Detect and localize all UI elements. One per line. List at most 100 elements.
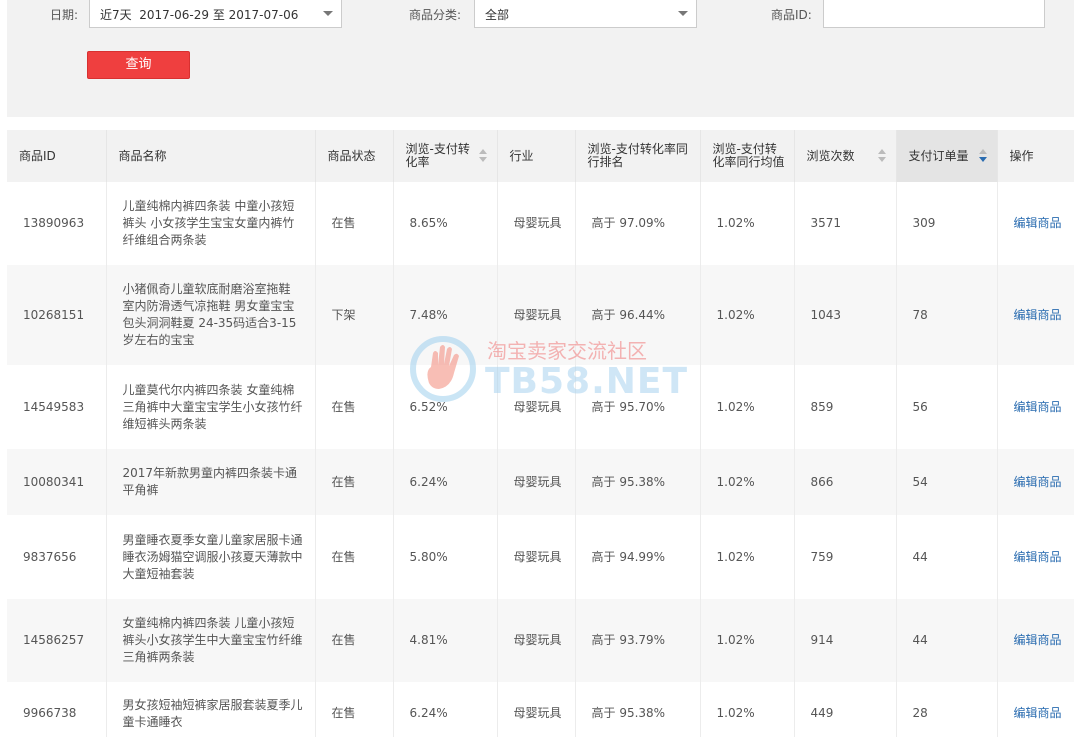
header-views[interactable]: 浏览次数 bbox=[793, 130, 896, 182]
cell-orders: 56 bbox=[895, 365, 997, 449]
header-status: 商品状态 bbox=[314, 130, 393, 182]
items-table: 商品ID 商品名称 商品状态 浏览-支付转化率 行业 浏览-支付转化率同行排名 … bbox=[7, 130, 1074, 737]
edit-item-link[interactable]: 编辑商品 bbox=[996, 265, 1074, 365]
cell-status: 在售 bbox=[314, 449, 393, 515]
cell-avg: 1.02% bbox=[699, 515, 794, 599]
cell-name: 儿童莫代尔内裤四条装 女童纯棉三角裤中大童宝宝学生小女孩竹纤维短裤头两条装 bbox=[105, 365, 315, 449]
cell-views: 759 bbox=[793, 515, 896, 599]
cell-views: 3571 bbox=[793, 182, 896, 265]
cell-status: 在售 bbox=[314, 182, 393, 265]
edit-item-link[interactable]: 编辑商品 bbox=[996, 449, 1074, 515]
cell-industry: 母婴玩具 bbox=[496, 365, 575, 449]
cell-status: 在售 bbox=[314, 365, 393, 449]
table-row: 10080341 2017年新款男童内裤四条装卡通平角裤 在售 6.24% 母婴玩具 高于… bbox=[7, 449, 1074, 515]
edit-item-link[interactable]: 编辑商品 bbox=[996, 515, 1074, 599]
edit-item-link[interactable]: 编辑商品 bbox=[996, 365, 1074, 449]
header-item-name: 商品名称 bbox=[105, 130, 315, 182]
cell-status: 下架 bbox=[314, 265, 393, 365]
cell-name: 男童睡衣夏季女童儿童家居服卡通睡衣汤姆猫空调服小孩夏天薄款中大童短袖套装 bbox=[105, 515, 315, 599]
chevron-down-icon bbox=[678, 11, 688, 16]
edit-item-link[interactable]: 编辑商品 bbox=[996, 599, 1074, 682]
cell-id: 9837656 bbox=[7, 515, 106, 599]
cell-industry: 母婴玩具 bbox=[496, 182, 575, 265]
cell-views: 914 bbox=[793, 599, 896, 682]
cell-conversion: 4.81% bbox=[392, 599, 497, 682]
category-label: 商品分类: bbox=[409, 8, 462, 22]
cell-industry: 母婴玩具 bbox=[496, 265, 575, 365]
cell-avg: 1.02% bbox=[699, 449, 794, 515]
cell-rank: 高于 96.44% bbox=[574, 265, 700, 365]
header-avg: 浏览-支付转化率同行均值 bbox=[699, 130, 794, 182]
cell-avg: 1.02% bbox=[699, 265, 794, 365]
date-range-value: 近7天 2017-06-29 至 2017-07-06 bbox=[100, 8, 299, 22]
cell-avg: 1.02% bbox=[699, 365, 794, 449]
header-rank: 浏览-支付转化率同行排名 bbox=[574, 130, 700, 182]
query-button[interactable]: 查询 bbox=[87, 51, 190, 79]
cell-orders: 54 bbox=[895, 449, 997, 515]
header-orders[interactable]: 支付订单量 bbox=[895, 130, 997, 182]
cell-name: 2017年新款男童内裤四条装卡通平角裤 bbox=[105, 449, 315, 515]
date-range-select[interactable]: 近7天 2017-06-29 至 2017-07-06 bbox=[89, 0, 342, 28]
cell-avg: 1.02% bbox=[699, 599, 794, 682]
cell-name: 儿童纯棉内裤四条装 中童小孩短裤头 小女孩学生宝宝女童内裤竹纤维组合两条装 bbox=[105, 182, 315, 265]
cell-avg: 1.02% bbox=[699, 182, 794, 265]
cell-id: 9966738 bbox=[7, 682, 106, 737]
cell-status: 在售 bbox=[314, 599, 393, 682]
cell-id: 10080341 bbox=[7, 449, 106, 515]
cell-status: 在售 bbox=[314, 515, 393, 599]
cell-id: 14549583 bbox=[7, 365, 106, 449]
cell-conversion: 6.52% bbox=[392, 365, 497, 449]
cell-conversion: 8.65% bbox=[392, 182, 497, 265]
cell-views: 859 bbox=[793, 365, 896, 449]
cell-avg: 1.02% bbox=[699, 682, 794, 737]
cell-rank: 高于 97.09% bbox=[574, 182, 700, 265]
cell-id: 10268151 bbox=[7, 265, 106, 365]
cell-views: 866 bbox=[793, 449, 896, 515]
cell-rank: 高于 95.70% bbox=[574, 365, 700, 449]
cell-orders: 78 bbox=[895, 265, 997, 365]
cell-industry: 母婴玩具 bbox=[496, 515, 575, 599]
cell-orders: 44 bbox=[895, 515, 997, 599]
header-conversion-label: 浏览-支付转化率 bbox=[405, 142, 470, 169]
cell-conversion: 5.80% bbox=[392, 515, 497, 599]
cell-rank: 高于 94.99% bbox=[574, 515, 700, 599]
header-conversion[interactable]: 浏览-支付转化率 bbox=[392, 130, 497, 182]
cell-id: 14586257 bbox=[7, 599, 106, 682]
cell-industry: 母婴玩具 bbox=[496, 682, 575, 737]
cell-name: 男女孩短袖短裤家居服套装夏季儿童卡通睡衣 bbox=[105, 682, 315, 737]
header-industry: 行业 bbox=[496, 130, 575, 182]
header-action: 操作 bbox=[996, 130, 1074, 182]
table-row: 14549583 儿童莫代尔内裤四条装 女童纯棉三角裤中大童宝宝学生小女孩竹纤维短… bbox=[7, 365, 1074, 449]
header-views-label: 浏览次数 bbox=[806, 148, 855, 163]
table-row: 14586257 女童纯棉内裤四条装 儿童小孩短裤头小女孩学生中大童宝宝竹纤维三角… bbox=[7, 599, 1074, 682]
edit-item-link[interactable]: 编辑商品 bbox=[996, 682, 1074, 737]
cell-name: 女童纯棉内裤四条装 儿童小孩短裤头小女孩学生中大童宝宝竹纤维三角裤两条装 bbox=[105, 599, 315, 682]
sort-icon[interactable] bbox=[877, 149, 886, 163]
cell-orders: 28 bbox=[895, 682, 997, 737]
cell-id: 13890963 bbox=[7, 182, 106, 265]
cell-views: 449 bbox=[793, 682, 896, 737]
date-label: 日期: bbox=[50, 8, 79, 22]
cell-rank: 高于 95.38% bbox=[574, 449, 700, 515]
edit-item-link[interactable]: 编辑商品 bbox=[996, 182, 1074, 265]
category-value: 全部 bbox=[485, 8, 510, 22]
cell-rank: 高于 95.38% bbox=[574, 682, 700, 737]
table-header-row: 商品ID 商品名称 商品状态 浏览-支付转化率 行业 浏览-支付转化率同行排名 … bbox=[7, 130, 1074, 182]
table-row: 9837656 男童睡衣夏季女童儿童家居服卡通睡衣汤姆猫空调服小孩夏天薄款中大童短… bbox=[7, 515, 1074, 599]
sort-desc-icon[interactable] bbox=[978, 149, 987, 163]
item-id-input[interactable] bbox=[823, 0, 1045, 28]
table-row: 9966738 男女孩短袖短裤家居服套装夏季儿童卡通睡衣 在售 6.24% 母婴玩具 高于… bbox=[7, 682, 1074, 737]
item-id-label: 商品ID: bbox=[771, 8, 812, 22]
table-row: 10268151 小猪佩奇儿童软底耐磨浴室拖鞋 室内防滑透气凉拖鞋 男女童宝宝包头… bbox=[7, 265, 1074, 365]
cell-orders: 309 bbox=[895, 182, 997, 265]
header-orders-label: 支付订单量 bbox=[908, 148, 969, 163]
category-select[interactable]: 全部 bbox=[474, 0, 697, 28]
cell-rank: 高于 93.79% bbox=[574, 599, 700, 682]
filter-panel: 日期: 近7天 2017-06-29 至 2017-07-06 商品分类: 全部… bbox=[7, 0, 1074, 117]
header-item-id: 商品ID bbox=[7, 130, 106, 182]
sort-icon[interactable] bbox=[478, 149, 487, 163]
cell-conversion: 7.48% bbox=[392, 265, 497, 365]
chevron-down-icon bbox=[323, 11, 333, 16]
cell-conversion: 6.24% bbox=[392, 449, 497, 515]
cell-conversion: 6.24% bbox=[392, 682, 497, 737]
